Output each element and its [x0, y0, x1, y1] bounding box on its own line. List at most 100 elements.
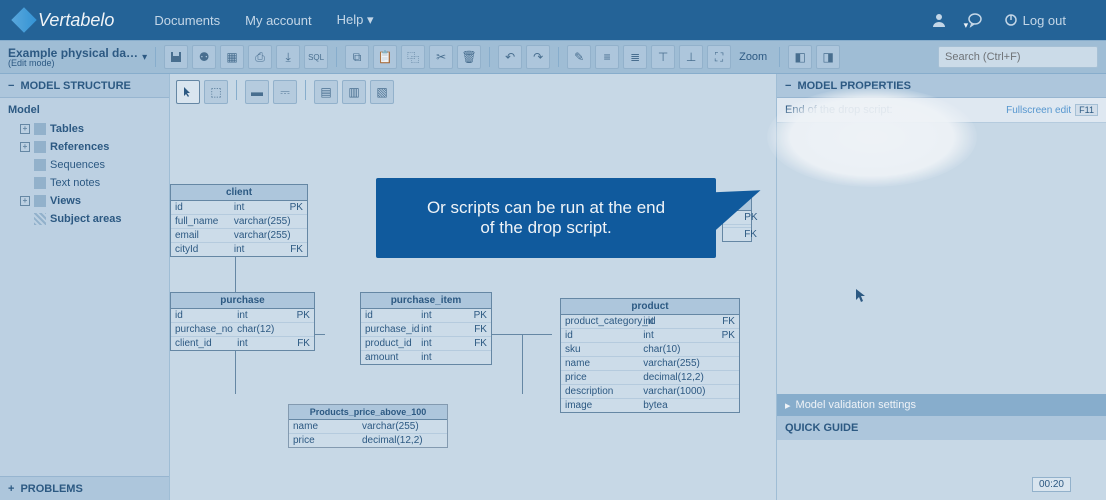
- brand-name: Vertabelo: [38, 10, 114, 31]
- entity-column-row: purchase_idintFK: [361, 323, 491, 337]
- tree-item-tables[interactable]: +Tables: [8, 120, 161, 138]
- cut-button[interactable]: ✂: [429, 45, 453, 69]
- entity-purchase[interactable]: purchase idintPKpurchase_nochar(12)clien…: [170, 292, 315, 351]
- entity-column-row: pricedecimal(12,2): [561, 371, 739, 385]
- reference-icon: [34, 141, 46, 153]
- export-button[interactable]: ⤓: [276, 45, 300, 69]
- align-center-button[interactable]: ≣: [623, 45, 647, 69]
- chat-icon[interactable]: ▾: [967, 12, 983, 28]
- undo-button[interactable]: ↶: [498, 45, 522, 69]
- pointer-tool[interactable]: [176, 80, 200, 104]
- tree-root-model[interactable]: Model: [8, 104, 161, 116]
- entity-column-row: idintPK: [171, 309, 314, 323]
- search-input[interactable]: [938, 46, 1098, 68]
- tree-item-views[interactable]: +Views: [8, 192, 161, 210]
- entity-column-row: skuchar(10): [561, 343, 739, 357]
- layout-right-button[interactable]: ◨: [816, 45, 840, 69]
- entity-column-row: FK: [723, 228, 751, 241]
- marquee-tool[interactable]: ⬚: [204, 80, 228, 104]
- delete-button[interactable]: 🗑: [457, 45, 481, 69]
- entity-column-row: product_idintFK: [361, 337, 491, 351]
- model-structure-header[interactable]: − MODEL STRUCTURE: [0, 74, 169, 98]
- share-button[interactable]: ⚉: [192, 45, 216, 69]
- copy-button[interactable]: ⧉: [345, 45, 369, 69]
- timestamp-badge: 00:20: [1032, 477, 1071, 492]
- entity-column-row: cityIdintFK: [171, 243, 307, 256]
- logo-mark-icon: [11, 7, 36, 32]
- zoom-label: Zoom: [739, 51, 767, 63]
- add-view-tool[interactable]: ▤: [314, 80, 338, 104]
- relation-line: [522, 334, 523, 394]
- nav-help[interactable]: Help ▾: [337, 12, 374, 28]
- entity-purchase-item[interactable]: purchase_item idintPKpurchase_idintFKpro…: [360, 292, 492, 365]
- quick-guide-header[interactable]: QUICK GUIDE: [777, 416, 1106, 440]
- align-left-button[interactable]: ≡: [595, 45, 619, 69]
- sequence-icon: [34, 159, 46, 171]
- print-button[interactable]: ⎙: [248, 45, 272, 69]
- tree-item-textnotes[interactable]: Text notes: [8, 174, 161, 192]
- nav-my-account[interactable]: My account: [245, 13, 311, 28]
- logout-link[interactable]: Log out: [1003, 12, 1066, 28]
- entity-column-row: idintPK: [361, 309, 491, 323]
- table-icon: [34, 123, 46, 135]
- entity-client[interactable]: client idintPKfull_namevarchar(255)email…: [170, 184, 308, 257]
- callout-text-2: of the drop script.: [406, 218, 686, 238]
- brand-logo[interactable]: Vertabelo: [15, 10, 114, 31]
- chevron-right-icon: ▸: [785, 399, 791, 412]
- entity-product[interactable]: product product_category_idintFKidintPKs…: [560, 298, 740, 413]
- entity-column-row: imagebytea: [561, 399, 739, 412]
- entity-column-row: purchase_nochar(12): [171, 323, 314, 337]
- doc-caret-icon[interactable]: ▾: [142, 52, 147, 63]
- entity-column-row: amountint: [361, 351, 491, 364]
- nav-documents[interactable]: Documents: [154, 13, 220, 28]
- entity-title: purchase: [171, 293, 314, 309]
- model-validation-header[interactable]: ▸ Model validation settings: [777, 394, 1106, 416]
- problems-header[interactable]: + PROBLEMS: [0, 476, 169, 500]
- tree-item-references[interactable]: +References: [8, 138, 161, 156]
- cursor-icon: [855, 288, 867, 304]
- fit-button[interactable]: ⛶: [707, 45, 731, 69]
- entity-column-row: idintPK: [171, 201, 307, 215]
- user-icon[interactable]: [931, 12, 947, 28]
- fullscreen-edit-link[interactable]: Fullscreen edit: [1006, 105, 1071, 116]
- expand-icon[interactable]: +: [8, 483, 14, 495]
- diagram-canvas[interactable]: ⬚ ▬ ⎓ ▤ ▥ ▧ client idintPKfull_namevarch…: [170, 74, 776, 500]
- entity-column-row: product_category_idintFK: [561, 315, 739, 329]
- add-note-tool[interactable]: ▥: [342, 80, 366, 104]
- collapse-icon[interactable]: −: [785, 80, 791, 92]
- entity-title: product: [561, 299, 739, 315]
- redo-button[interactable]: ↷: [526, 45, 550, 69]
- quick-guide-body: 00:20: [777, 440, 1106, 500]
- entity-column-row: idintPK: [561, 329, 739, 343]
- right-panel: − MODEL PROPERTIES End of the drop scrip…: [776, 74, 1106, 500]
- left-panel: − MODEL STRUCTURE Model +Tables +Referen…: [0, 74, 170, 500]
- caret-down-icon: ▾: [367, 12, 374, 27]
- align-bottom-button[interactable]: ⊥: [679, 45, 703, 69]
- sql-button[interactable]: SQL: [304, 45, 328, 69]
- layout-left-button[interactable]: ◧: [788, 45, 812, 69]
- entity-column-row: full_namevarchar(255): [171, 215, 307, 229]
- f11-key-badge: F11: [1075, 104, 1098, 116]
- view-icon: [34, 195, 46, 207]
- save-button[interactable]: [164, 45, 188, 69]
- entity-column-row: descriptionvarchar(1000): [561, 385, 739, 399]
- paste-button[interactable]: 📋: [373, 45, 397, 69]
- document-name[interactable]: Example physical da…: [8, 47, 138, 59]
- entity-title: Products_price_above_100: [289, 405, 447, 420]
- duplicate-button[interactable]: ⿻: [401, 45, 425, 69]
- tree-item-subjectareas[interactable]: Subject areas: [8, 210, 161, 228]
- add-area-tool[interactable]: ▧: [370, 80, 394, 104]
- add-table-tool[interactable]: ▬: [245, 80, 269, 104]
- image-button[interactable]: ▦: [220, 45, 244, 69]
- add-reference-tool[interactable]: ⎓: [273, 80, 297, 104]
- note-icon: [34, 177, 46, 189]
- edit-button[interactable]: ✎: [567, 45, 591, 69]
- main-area: − MODEL STRUCTURE Model +Tables +Referen…: [0, 74, 1106, 500]
- entity-view-products-price[interactable]: Products_price_above_100 namevarchar(255…: [288, 404, 448, 448]
- align-top-button[interactable]: ⊤: [651, 45, 675, 69]
- entity-column-row: emailvarchar(255): [171, 229, 307, 243]
- tree-item-sequences[interactable]: Sequences: [8, 156, 161, 174]
- entity-column-row: namevarchar(255): [289, 420, 447, 434]
- collapse-icon[interactable]: −: [8, 80, 14, 92]
- tutorial-callout: Or scripts can be run at the end of the …: [376, 178, 716, 258]
